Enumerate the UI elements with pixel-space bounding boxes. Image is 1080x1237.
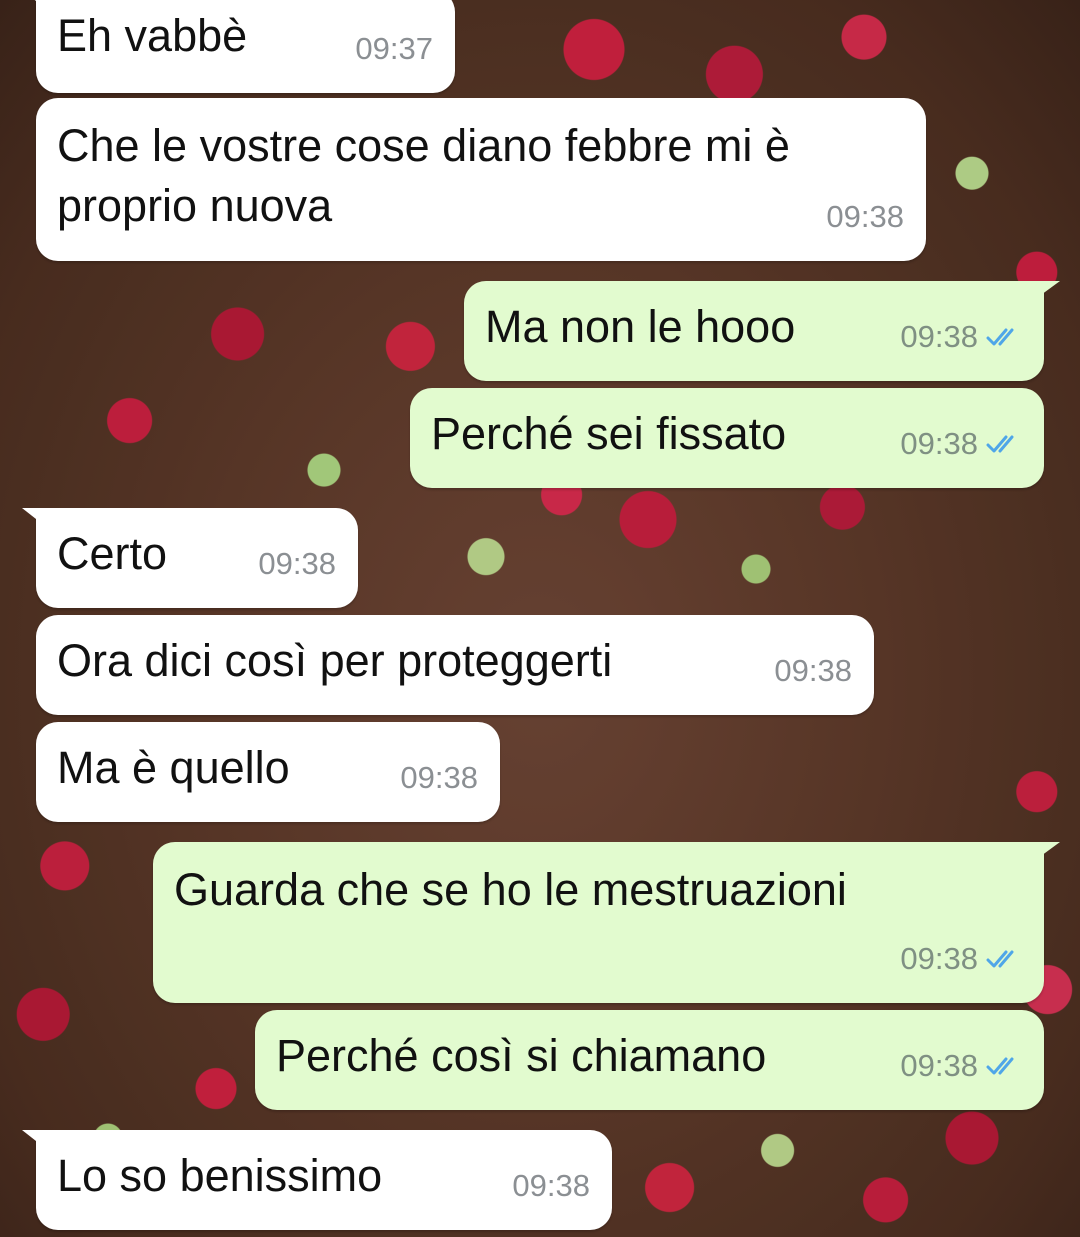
- message-text: Lo so benissimo: [57, 1150, 383, 1201]
- message-meta: 09:38: [900, 307, 1022, 367]
- message-text: Ma non le hooo: [485, 301, 796, 352]
- outgoing-message[interactable]: Ma non le hooo 09:38: [464, 281, 1060, 381]
- message-text: Che le vostre cose diano febbre mi è pro…: [57, 120, 803, 231]
- incoming-message[interactable]: Ora dici così per proteggerti 09:38: [36, 615, 874, 715]
- message-text: Perché così si chiamano: [276, 1030, 767, 1081]
- read-double-check-icon: [986, 435, 1014, 453]
- message-time: 09:38: [512, 1168, 590, 1203]
- message-text: Ma è quello: [57, 742, 290, 793]
- outgoing-message[interactable]: Perché sei fissato 09:38: [410, 388, 1044, 488]
- incoming-message[interactable]: Eh vabbè 09:37: [22, 0, 455, 93]
- message-meta: 09:38: [400, 748, 478, 808]
- incoming-message[interactable]: Certo 09:38: [22, 508, 358, 608]
- incoming-message[interactable]: Ma è quello 09:38: [36, 722, 500, 822]
- message-meta: 09:38: [900, 414, 1022, 474]
- read-double-check-icon: [986, 950, 1014, 968]
- message-time: 09:38: [900, 426, 978, 461]
- message-time: 09:38: [400, 760, 478, 795]
- message-text: Eh vabbè: [57, 10, 248, 61]
- outgoing-message[interactable]: Perché così si chiamano 09:38: [255, 1010, 1044, 1110]
- message-text: Ora dici così per proteggerti: [57, 635, 613, 686]
- message-time: 09:38: [900, 319, 978, 354]
- incoming-message[interactable]: Che le vostre cose diano febbre mi è pro…: [36, 98, 926, 261]
- message-time: 09:37: [355, 31, 433, 66]
- message-text: Guarda che se ho le mestruazioni: [174, 864, 847, 915]
- message-text: Perché sei fissato: [431, 408, 787, 459]
- message-meta: 09:38: [774, 641, 852, 701]
- message-meta: 09:38: [826, 187, 904, 247]
- read-double-check-icon: [986, 1057, 1014, 1075]
- message-time: 09:38: [258, 546, 336, 581]
- message-meta: 09:37: [355, 19, 433, 79]
- read-double-check-icon: [986, 328, 1014, 346]
- message-meta: 09:38: [258, 534, 336, 594]
- message-time: 09:38: [900, 1048, 978, 1083]
- message-time: 09:38: [826, 199, 904, 234]
- message-text: Certo: [57, 528, 168, 579]
- message-meta: 09:38: [900, 929, 1022, 989]
- message-meta: 09:38: [512, 1156, 590, 1216]
- message-meta: 09:38: [900, 1036, 1022, 1096]
- message-time: 09:38: [900, 941, 978, 976]
- outgoing-message[interactable]: Guarda che se ho le mestruazioni 09:38: [153, 842, 1060, 1003]
- incoming-message[interactable]: Lo so benissimo 09:38: [22, 1130, 612, 1230]
- message-time: 09:38: [774, 653, 852, 688]
